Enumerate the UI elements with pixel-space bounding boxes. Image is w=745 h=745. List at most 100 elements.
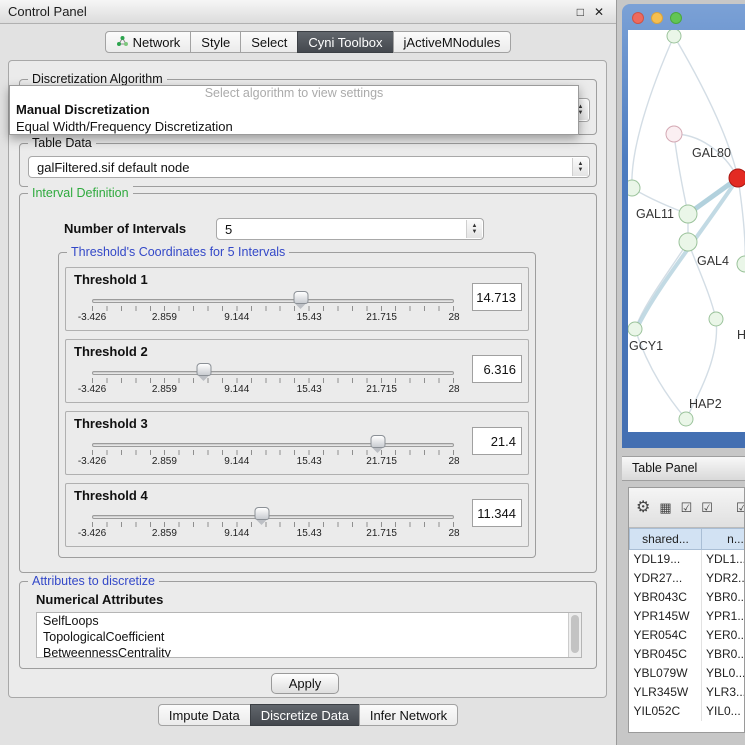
slider-scale: -3.4262.8599.14415.4321.71528 xyxy=(92,384,454,396)
attributes-list[interactable]: SelfLoops TopologicalCoefficient Between… xyxy=(36,612,582,658)
slider-thumb[interactable] xyxy=(255,507,270,520)
column-header[interactable]: shared... xyxy=(630,529,702,550)
table-cell[interactable]: YDL19... xyxy=(630,550,702,569)
table-panel-header[interactable]: Table Panel xyxy=(622,456,745,481)
slider-thumb[interactable] xyxy=(370,435,385,448)
threshold-4-value[interactable]: 11.344 xyxy=(472,499,522,527)
table-row[interactable]: YBL079WYBL0... xyxy=(630,664,745,683)
slider-track[interactable] xyxy=(92,515,454,519)
number-of-intervals-combo[interactable]: 5 ▲▼ xyxy=(216,218,484,240)
slider-track[interactable] xyxy=(92,371,454,375)
top-tab-bar: Network Style Select Cyni Toolbox jActiv… xyxy=(0,31,616,53)
table-cell[interactable]: YBR043C xyxy=(630,588,702,607)
table-cell[interactable]: YPR145W xyxy=(630,607,702,626)
network-node[interactable] xyxy=(628,322,642,336)
table-row[interactable]: YDR27...YDR2... xyxy=(630,569,745,588)
table-row[interactable]: YBR045CYBR0... xyxy=(630,645,745,664)
tab-label: Style xyxy=(201,35,230,50)
tab-style[interactable]: Style xyxy=(190,31,241,53)
table-cell[interactable]: YBR0... xyxy=(702,645,745,664)
column-header[interactable]: n... xyxy=(702,529,745,550)
network-node[interactable] xyxy=(628,180,640,196)
tab-network[interactable]: Network xyxy=(105,31,192,53)
table-row[interactable]: YDL19...YDL1... xyxy=(630,550,745,569)
table-cell[interactable]: YDR2... xyxy=(702,569,745,588)
group-title: Discretization Algorithm xyxy=(28,72,167,86)
list-scrollbar[interactable] xyxy=(568,613,581,657)
table-cell[interactable]: YLR3... xyxy=(702,683,745,702)
slider-track[interactable] xyxy=(92,299,454,303)
threshold-2-value[interactable]: 6.316 xyxy=(472,355,522,383)
control-panel-titlebar[interactable]: Control Panel □ ✕ xyxy=(0,0,616,24)
table-cell[interactable]: YDL1... xyxy=(702,550,745,569)
table-row[interactable]: YPR145WYPR1... xyxy=(630,607,745,626)
columns-icon[interactable]: ▦ xyxy=(659,501,671,514)
threshold-4-slider[interactable]: -3.4262.8599.14415.4321.71528 xyxy=(92,506,454,542)
threshold-3-slider[interactable]: -3.4262.8599.14415.4321.71528 xyxy=(92,434,454,470)
slider-scale: -3.4262.8599.14415.4321.71528 xyxy=(92,312,454,324)
network-node-selected[interactable] xyxy=(729,169,745,187)
slider-scale: -3.4262.8599.14415.4321.71528 xyxy=(92,528,454,540)
close-traffic-icon[interactable] xyxy=(632,12,644,24)
zoom-traffic-icon[interactable] xyxy=(670,12,682,24)
list-item[interactable]: TopologicalCoefficient xyxy=(37,629,581,645)
tab-jactivemnodules[interactable]: jActiveMNodules xyxy=(393,31,512,53)
select-all-icon[interactable]: ☑ xyxy=(681,501,693,514)
minimize-traffic-icon[interactable] xyxy=(651,12,663,24)
table-cell[interactable]: YLR345W xyxy=(630,683,702,702)
table-row[interactable]: YLR345WYLR3... xyxy=(630,683,745,702)
bottom-tab-bar: Impute Data Discretize Data Infer Networ… xyxy=(0,704,616,726)
filter-icon[interactable]: ☑ xyxy=(736,501,745,514)
slider-thumb[interactable] xyxy=(197,363,212,376)
tab-infer-network[interactable]: Infer Network xyxy=(359,704,458,726)
table-cell[interactable]: YBL0... xyxy=(702,664,745,683)
slider-track[interactable] xyxy=(92,443,454,447)
gear-icon[interactable]: ⚙ xyxy=(636,500,650,516)
minimize-icon[interactable]: □ xyxy=(577,5,584,19)
table-cell[interactable]: YDR27... xyxy=(630,569,702,588)
dropdown-placeholder: Select algorithm to view settings xyxy=(10,86,578,101)
table-data-combo[interactable]: galFiltered.sif default node ▲▼ xyxy=(28,156,590,178)
table-cell[interactable]: YIL0... xyxy=(702,702,745,721)
table-row[interactable]: YIL052CYIL0... xyxy=(630,702,745,721)
threshold-label: Threshold 4 xyxy=(74,488,148,503)
dropdown-option-manual-discretization[interactable]: Manual Discretization xyxy=(10,101,578,118)
network-graph[interactable]: GAL80 GAL11 GAL4 GCY1 HAP2 H xyxy=(628,30,745,432)
list-item[interactable]: BetweennessCentrality xyxy=(37,645,581,658)
table-row[interactable]: YBR043CYBR0... xyxy=(630,588,745,607)
table-panel-title: Table Panel xyxy=(632,461,697,475)
dropdown-option-equal-width-frequency[interactable]: Equal Width/Frequency Discretization xyxy=(10,118,578,135)
table-cell[interactable]: YPR1... xyxy=(702,607,745,626)
table-cell[interactable]: YER054C xyxy=(630,626,702,645)
network-node[interactable] xyxy=(679,233,697,251)
network-node[interactable] xyxy=(709,312,723,326)
apply-button[interactable]: Apply xyxy=(271,673,339,694)
close-icon[interactable]: ✕ xyxy=(594,5,604,19)
node-table: shared... n... YDL19...YDL1...YDR27...YD… xyxy=(629,528,745,721)
network-node[interactable] xyxy=(737,256,745,272)
network-node[interactable] xyxy=(667,30,681,43)
network-node[interactable] xyxy=(679,205,697,223)
slider-ticks xyxy=(92,306,454,311)
slider-thumb[interactable] xyxy=(293,291,308,304)
tab-select[interactable]: Select xyxy=(240,31,298,53)
table-cell[interactable]: YBL079W xyxy=(630,664,702,683)
threshold-3-value[interactable]: 21.4 xyxy=(472,427,522,455)
network-node[interactable] xyxy=(679,412,693,426)
network-canvas[interactable]: GAL80 GAL11 GAL4 GCY1 HAP2 H xyxy=(628,30,745,432)
list-item[interactable]: SelfLoops xyxy=(37,613,581,629)
table-cell[interactable]: YER0... xyxy=(702,626,745,645)
network-node[interactable] xyxy=(666,126,682,142)
table-cell[interactable]: YBR045C xyxy=(630,645,702,664)
table-row[interactable]: YER054CYER0... xyxy=(630,626,745,645)
threshold-1-value[interactable]: 14.713 xyxy=(472,283,522,311)
tab-cyni-toolbox[interactable]: Cyni Toolbox xyxy=(297,31,393,53)
threshold-1-slider[interactable]: -3.4262.8599.14415.4321.71528 xyxy=(92,290,454,326)
select-none-icon[interactable]: ☑ xyxy=(701,501,713,514)
table-cell[interactable]: YIL052C xyxy=(630,702,702,721)
tab-impute-data[interactable]: Impute Data xyxy=(158,704,251,726)
tab-discretize-data[interactable]: Discretize Data xyxy=(250,704,360,726)
table-cell[interactable]: YBR0... xyxy=(702,588,745,607)
threshold-2-slider[interactable]: -3.4262.8599.14415.4321.71528 xyxy=(92,362,454,398)
node-label: GAL4 xyxy=(697,254,729,268)
